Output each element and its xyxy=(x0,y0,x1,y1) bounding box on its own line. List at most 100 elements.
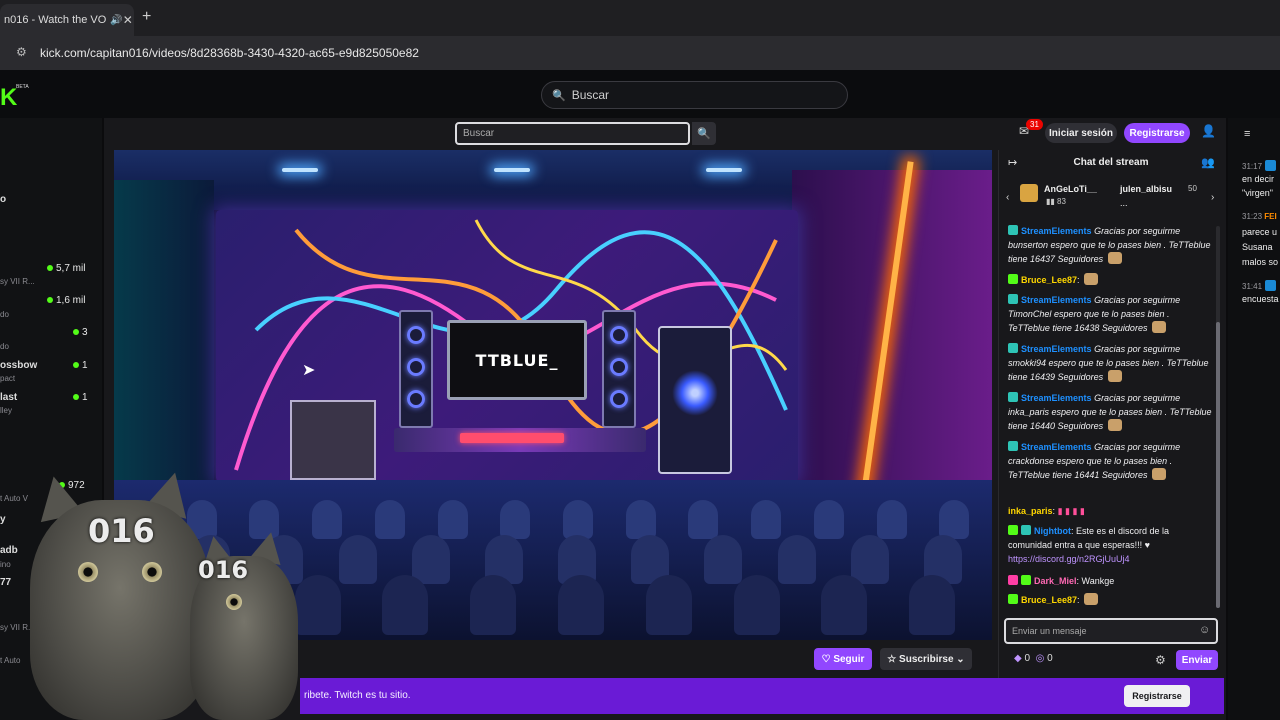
sidebar-label[interactable]: o xyxy=(0,194,6,205)
gifter-amount: 50 xyxy=(1188,184,1197,193)
chat-message-input[interactable]: Enviar un mensaje xyxy=(1004,618,1218,644)
audience-head xyxy=(338,535,377,585)
menu-icon[interactable]: ≡ xyxy=(1244,128,1250,140)
kick-search-placeholder: Buscar xyxy=(571,88,610,102)
gift-icon xyxy=(1020,184,1038,202)
collapse-chat-icon[interactable]: ↦ xyxy=(1008,156,1017,169)
twitch-search-input[interactable]: Buscar xyxy=(455,122,690,145)
chat-text: Susana xyxy=(1242,242,1273,252)
notification-badge: 31 xyxy=(1026,119,1043,130)
emote-icon xyxy=(1151,321,1166,333)
emote-icon xyxy=(1107,419,1122,431)
live-dot-icon xyxy=(73,329,79,335)
speaker-icon[interactable]: 🔊 xyxy=(110,15,122,26)
user-badge-icon xyxy=(1008,594,1018,604)
audience-head xyxy=(470,575,517,635)
chat-text: "virgen" xyxy=(1242,188,1273,198)
discord-link[interactable]: https://discord.gg/n2RGjUuUj4 xyxy=(1008,554,1130,564)
audience-head xyxy=(777,535,816,585)
chevron-left-icon[interactable]: ‹ xyxy=(1006,192,1009,203)
audience-head xyxy=(558,575,604,635)
chat-message: Dark_Miel: Wankge xyxy=(1008,574,1212,588)
sidebar-label[interactable]: y xyxy=(0,514,6,525)
user-icon[interactable]: 👤 xyxy=(1201,124,1216,138)
star-icon: ☆ xyxy=(887,653,900,665)
ceiling-light xyxy=(494,168,530,172)
chat-scrollbar-thumb[interactable] xyxy=(1216,322,1220,608)
chat-message: Bruce_Lee87: xyxy=(1008,593,1212,607)
sidebar-viewer-count: 3 xyxy=(73,327,88,338)
sidebar-sub: do xyxy=(0,342,9,351)
chat-users-icon[interactable]: 👥 xyxy=(1201,156,1215,169)
gifter-amount: ▮▮ 83 xyxy=(1046,197,1066,206)
kick-beta-badge: BETA xyxy=(16,84,29,90)
keyboard xyxy=(460,433,564,443)
chat-message: Nightbot: Este es el discord de la comun… xyxy=(1008,525,1170,564)
audience-head xyxy=(563,500,593,539)
sidebar-sub: do xyxy=(0,310,9,319)
live-dot-icon xyxy=(47,297,53,303)
cat-eye xyxy=(78,562,98,582)
chat-timestamp: 31:17 xyxy=(1242,160,1277,171)
gifter-name[interactable]: ... xyxy=(1120,198,1128,208)
sidebar-sub: pact xyxy=(0,374,16,383)
kick-logo[interactable]: K xyxy=(0,84,17,112)
close-tab-icon[interactable]: ✕ xyxy=(123,13,133,27)
audience-head xyxy=(625,500,656,539)
heart-icon: ♡ xyxy=(821,653,834,665)
chevron-right-icon[interactable]: › xyxy=(1211,192,1214,203)
kick-search-input[interactable]: 🔍 Buscar xyxy=(541,81,848,109)
search-icon: 🔍 xyxy=(697,128,711,140)
audience-head xyxy=(312,500,343,539)
audience-head xyxy=(939,500,970,539)
promo-register-button[interactable]: Registrarse xyxy=(1124,685,1190,707)
sidebar-label[interactable]: last xyxy=(0,392,17,403)
live-dot-icon xyxy=(73,362,79,368)
chat-message: StreamElements Gracias por seguirme smok… xyxy=(1008,343,1209,382)
audience-head xyxy=(733,575,780,635)
bot-badge-icon xyxy=(1008,343,1018,353)
subscribe-button[interactable]: ☆ Suscribirse ⌄ xyxy=(880,648,972,670)
emote-picker-icon[interactable]: ☺ xyxy=(1199,624,1210,636)
chat-message: StreamElements Gracias por seguirme crac… xyxy=(1008,441,1181,480)
sidebar-sub: sy VII R... xyxy=(0,277,35,286)
live-dot-icon xyxy=(47,265,53,271)
register-button[interactable]: Registrarse xyxy=(1124,123,1190,143)
chat-input-placeholder: Enviar un mensaje xyxy=(1012,626,1087,636)
kick-chat-strip xyxy=(1228,118,1280,720)
sidebar-sub: t Auto V xyxy=(0,494,29,503)
audience-head xyxy=(876,500,907,539)
audience-head xyxy=(850,535,889,585)
chat-message: StreamElements Gracias por seguirme buns… xyxy=(1008,225,1211,264)
sidebar-viewer-count: 1 xyxy=(73,360,88,371)
mod-badge-icon xyxy=(1265,280,1277,291)
video-scene-left-wall xyxy=(114,180,214,510)
login-button[interactable]: Iniciar sesión xyxy=(1045,123,1117,143)
sidebar-sub: ino xyxy=(0,560,11,569)
audience-head xyxy=(411,535,450,585)
follow-button[interactable]: ♡ Seguir xyxy=(814,648,872,670)
gifter-name[interactable]: AnGeLoTi__ xyxy=(1044,184,1097,194)
new-tab-icon[interactable]: + xyxy=(142,8,151,26)
bot-badge-icon xyxy=(1008,441,1018,451)
emote-icon xyxy=(1084,593,1099,605)
chat-title: Chat del stream xyxy=(1073,157,1149,168)
chat-settings-icon[interactable]: ⚙ xyxy=(1155,653,1166,667)
sidebar-label[interactable]: 77 xyxy=(0,577,11,588)
emote-icon xyxy=(1107,252,1122,264)
sidebar-label[interactable]: adb xyxy=(0,545,18,556)
sidebar-label[interactable]: ossbow xyxy=(0,360,37,371)
audience-head xyxy=(704,535,743,585)
search-button[interactable]: 🔍 xyxy=(692,122,716,145)
bits-icon: ◆ xyxy=(1014,653,1022,664)
cat-eye xyxy=(226,594,242,610)
url-text[interactable]: kick.com/capitan016/videos/8d28368b-3430… xyxy=(40,46,419,60)
send-button[interactable]: Enviar xyxy=(1176,650,1218,670)
browser-tab[interactable]: n016 - Watch the VO 🔊 ✕ xyxy=(0,4,134,36)
chat-message: StreamElements Gracias por seguirme inka… xyxy=(1008,392,1212,431)
user-badge-icon xyxy=(1008,525,1018,535)
gifter-name[interactable]: julen_albisu xyxy=(1120,184,1172,194)
site-settings-icon[interactable]: ⚙ xyxy=(16,45,27,59)
channel-points[interactable]: ◆ 0 ◎ 0 xyxy=(1014,653,1053,664)
signup-promo-banner xyxy=(300,678,1224,714)
